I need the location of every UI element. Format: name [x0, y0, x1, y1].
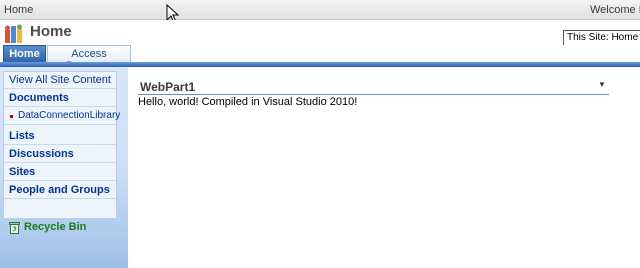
top-nav-tabs: Home Access Requests	[0, 45, 640, 72]
people-and-groups-heading: People and Groups	[9, 184, 110, 196]
quick-launch-data-connection-library[interactable]: DataConnectionLibrary	[4, 108, 120, 125]
site-title[interactable]: Home	[30, 23, 72, 40]
recycle-bin-link[interactable]: Recycle Bin	[4, 219, 116, 236]
quick-launch-people-and-groups[interactable]: People and Groups	[4, 182, 116, 199]
global-top-bar: Home Welcome MC	[0, 0, 640, 20]
quick-launch-discussions[interactable]: Discussions	[4, 146, 116, 163]
quick-launch-lists[interactable]: Lists	[4, 128, 116, 145]
view-all-site-content-label: View All Site Content	[9, 74, 111, 86]
webpart-title-underline	[138, 94, 609, 95]
lists-heading: Lists	[9, 130, 35, 142]
quick-launch: View All Site Content Documents DataConn…	[3, 71, 120, 234]
view-all-site-content-link[interactable]: View All Site Content	[4, 72, 116, 89]
search-scope-select[interactable]: This Site: Home	[563, 30, 640, 46]
webpart-title[interactable]: WebPart1	[140, 80, 195, 94]
quick-launch-sites[interactable]: Sites	[4, 164, 116, 181]
main-content-area: WebPart1 ▼ Hello, world! Compiled in Vis…	[128, 67, 640, 268]
site-title-area: Home	[0, 20, 640, 45]
sharepoint-logo-icon	[5, 24, 22, 43]
webpart-body-text: Hello, world! Compiled in Visual Studio …	[138, 96, 358, 108]
recycle-bin-label: Recycle Bin	[24, 221, 87, 233]
tab-home[interactable]: Home	[3, 45, 46, 62]
dropdown-arrow-icon[interactable]: ▼	[598, 80, 606, 89]
tab-access-requests[interactable]: Access Requests	[47, 45, 131, 72]
left-navigation: View All Site Content Documents DataConn…	[0, 67, 128, 268]
global-breadcrumb[interactable]: Home	[4, 4, 33, 16]
discussions-heading: Discussions	[9, 148, 74, 160]
data-connection-library-label: DataConnectionLibrary	[18, 110, 121, 121]
documents-heading: Documents	[9, 92, 69, 104]
bullet-icon	[10, 115, 13, 118]
quick-launch-documents[interactable]: Documents	[4, 90, 116, 107]
recycle-bin-icon	[9, 222, 20, 234]
welcome-menu[interactable]: Welcome MC	[590, 4, 640, 16]
sites-heading: Sites	[9, 166, 36, 178]
